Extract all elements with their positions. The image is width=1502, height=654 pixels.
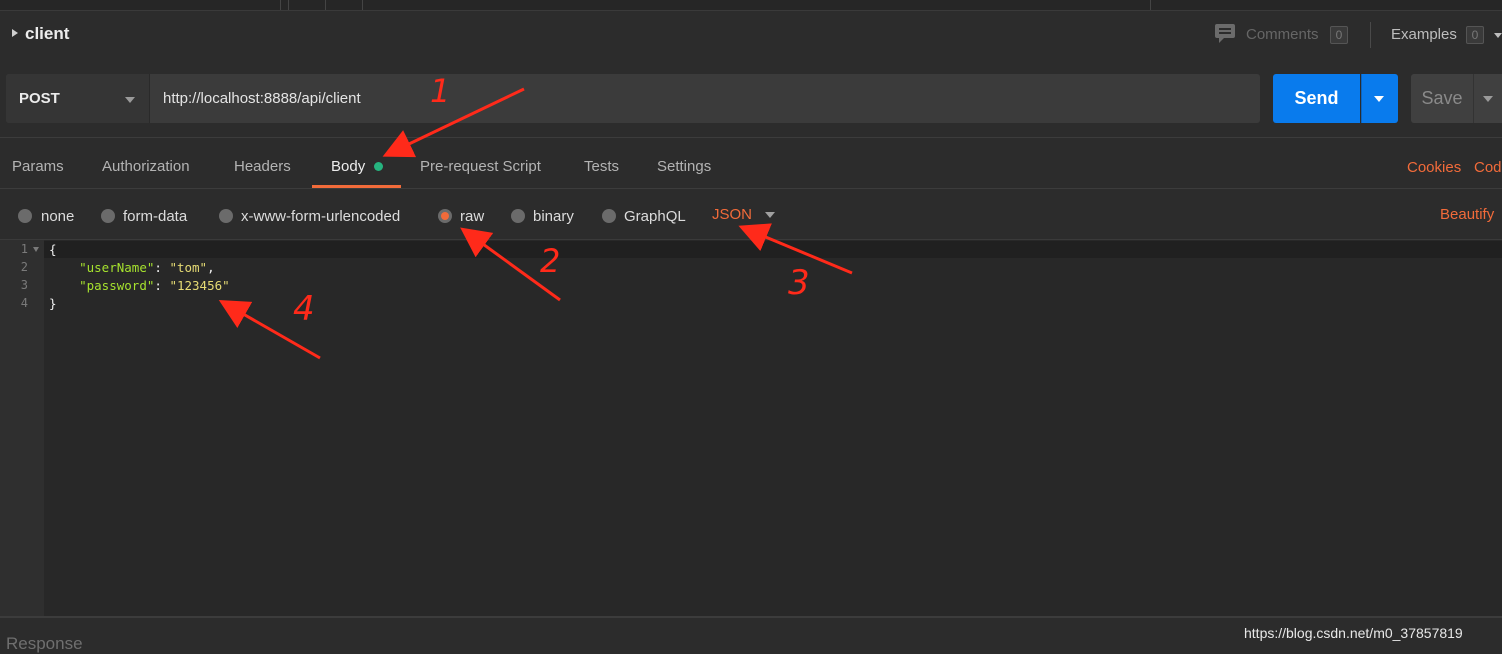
radio-form-data[interactable] (101, 209, 115, 223)
tab-authorization[interactable]: Authorization (102, 158, 190, 175)
save-button[interactable]: Save (1411, 74, 1473, 123)
examples-button[interactable]: Examples (1391, 26, 1457, 43)
response-label: Response (6, 634, 83, 653)
radio-none[interactable] (18, 209, 32, 223)
chevron-down-icon[interactable] (1494, 33, 1502, 38)
cookies-link[interactable]: Cookies (1407, 159, 1461, 176)
radio-graphql[interactable] (602, 209, 616, 223)
line-number: 4 (20, 296, 28, 310)
radio-x-www-form-urlencoded[interactable] (219, 209, 233, 223)
line-number: 2 (20, 260, 28, 274)
divider (0, 137, 1502, 138)
tab-divider (288, 0, 289, 10)
radio-label-raw[interactable]: raw (460, 208, 484, 225)
line-number: 1 (20, 242, 28, 256)
tab-tests[interactable]: Tests (584, 158, 619, 175)
code-text: { (49, 242, 57, 257)
code-line[interactable]: } (49, 296, 57, 311)
beautify-link[interactable]: Beautify (1440, 206, 1494, 223)
radio-binary[interactable] (511, 209, 525, 223)
comments-icon[interactable] (1215, 24, 1235, 43)
code-editor[interactable] (0, 240, 1502, 616)
send-options-button[interactable] (1361, 74, 1398, 123)
radio-label-binary[interactable]: binary (533, 208, 574, 225)
json-key: "password" (79, 278, 155, 293)
code-line[interactable]: "password": "123456" (49, 278, 230, 293)
json-string: "123456" (169, 278, 230, 293)
caret-right-icon[interactable] (12, 29, 18, 37)
code-line[interactable]: { (49, 242, 57, 257)
comments-count-badge: 0 (1330, 26, 1348, 44)
json-string: "tom" (169, 260, 208, 275)
watermark: https://blog.csdn.net/m0_37857819 (1244, 625, 1463, 641)
radio-label-x-www-form-urlencoded[interactable]: x-www-form-urlencoded (241, 208, 400, 225)
comments-button[interactable]: Comments (1246, 26, 1319, 43)
active-line-highlight (44, 241, 1502, 258)
tab-divider (1150, 0, 1151, 10)
chevron-down-icon[interactable] (125, 97, 135, 103)
tab-divider (362, 0, 363, 10)
tab-divider (280, 0, 281, 10)
status-dot (374, 162, 383, 171)
json-separator: : (154, 260, 170, 275)
send-button[interactable]: Send (1273, 74, 1360, 123)
save-options-button[interactable] (1473, 74, 1502, 123)
top-tab-strip (0, 0, 1502, 11)
json-comma: , (207, 260, 215, 275)
fold-caret-icon[interactable] (33, 247, 39, 252)
method-value: POST (19, 90, 60, 107)
url-input[interactable] (150, 74, 1263, 123)
radio-raw[interactable] (438, 209, 452, 223)
code-link[interactable]: Cod (1474, 159, 1502, 176)
tab-settings[interactable]: Settings (657, 158, 711, 175)
line-number: 3 (20, 278, 28, 292)
examples-count-badge: 0 (1466, 26, 1484, 44)
divider (0, 188, 1502, 189)
divider (1370, 22, 1371, 48)
radio-label-none[interactable]: none (41, 208, 74, 225)
json-separator: : (154, 278, 170, 293)
request-name[interactable]: client (25, 24, 69, 44)
tab-params[interactable]: Params (12, 158, 64, 175)
raw-format-select[interactable]: JSON (712, 206, 752, 223)
tab-pre-request-script[interactable]: Pre-request Script (420, 158, 541, 175)
json-key: "userName" (79, 260, 155, 275)
radio-label-graphql[interactable]: GraphQL (624, 208, 686, 225)
radio-label-form-data[interactable]: form-data (123, 208, 187, 225)
code-text: } (49, 296, 57, 311)
tab-body[interactable]: Body (331, 158, 365, 175)
code-line[interactable]: "userName": "tom", (49, 260, 215, 275)
tab-headers[interactable]: Headers (234, 158, 291, 175)
tab-divider (325, 0, 326, 10)
chevron-down-icon[interactable] (765, 212, 775, 218)
